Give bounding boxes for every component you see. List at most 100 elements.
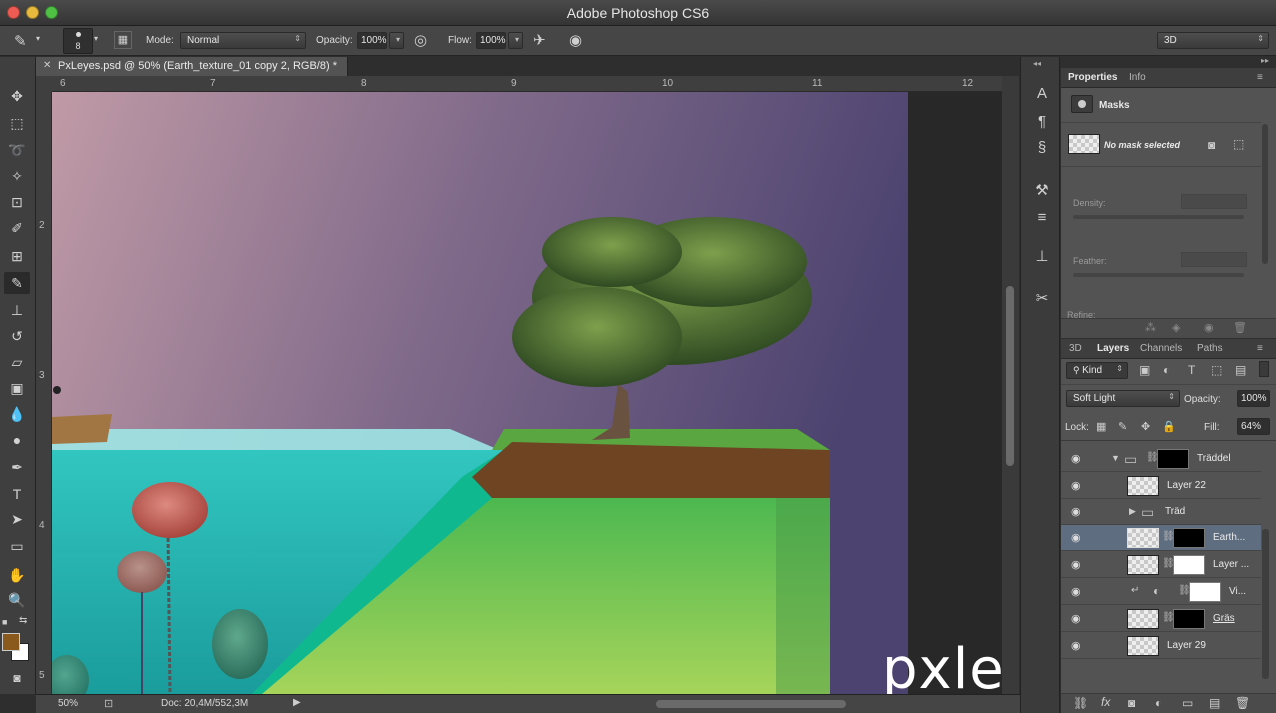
filter-kind-select[interactable]: ⚲ Kind ⇕ [1066, 362, 1128, 379]
eraser-tool-icon[interactable]: ▱ [4, 351, 30, 373]
brush-picker-chevron-icon[interactable]: ▾ [94, 34, 98, 43]
paragraph-panel-icon[interactable]: ¶ [1031, 113, 1053, 130]
filter-shape-icon[interactable]: ⬚ [1211, 363, 1222, 377]
visibility-eye-icon[interactable]: ◉ [1071, 558, 1081, 571]
add-mask-icon[interactable]: ◙ [1128, 696, 1135, 710]
layers-scrollbar[interactable] [1262, 529, 1269, 679]
pressure-size-icon[interactable]: ◉ [569, 31, 582, 49]
brush-size-picker[interactable]: 8 [63, 28, 93, 54]
character-panel-icon[interactable]: A [1031, 85, 1053, 102]
dodge-tool-icon[interactable]: ● [4, 429, 30, 451]
delete-mask-icon[interactable]: 🗑 [1233, 321, 1247, 334]
visibility-eye-icon[interactable]: ◉ [1071, 531, 1081, 544]
lasso-tool-icon[interactable]: ➰ [4, 139, 30, 161]
blend-mode-select[interactable]: Soft Light ⇕ [1066, 390, 1180, 407]
visibility-eye-icon[interactable]: ◉ [1071, 452, 1081, 465]
adjust-tools-icon[interactable]: ✂ [1031, 289, 1053, 307]
delete-layer-icon[interactable]: 🗑 [1235, 696, 1250, 710]
healing-brush-tool-icon[interactable]: ⊞ [4, 245, 30, 267]
workspace-select[interactable]: 3D ⇕ [1157, 32, 1269, 49]
close-document-icon[interactable]: ✕ [43, 60, 51, 71]
history-brush-tool-icon[interactable]: ↺ [4, 325, 30, 347]
visibility-eye-icon[interactable]: ◉ [1071, 505, 1081, 518]
tab-channels[interactable]: Channels [1140, 343, 1182, 354]
quick-selection-tool-icon[interactable]: ✧ [4, 165, 30, 187]
rectangle-tool-icon[interactable]: ▭ [4, 535, 30, 557]
layer-row[interactable]: ◉ ▼ ▭ ⛓ Träddel [1061, 446, 1261, 472]
hand-tool-icon[interactable]: ✋ [4, 564, 30, 586]
opacity-dropdown-button[interactable]: ▾ [389, 32, 404, 49]
quick-mask-icon[interactable]: ◙ [4, 667, 30, 689]
crop-tool-icon[interactable]: ⊡ [4, 191, 30, 213]
layer-row[interactable]: ◉ ⛓ Earth... [1061, 525, 1261, 551]
flow-input[interactable]: 100% [476, 32, 506, 49]
eyedropper-tool-icon[interactable]: ✐ [4, 217, 30, 239]
tab-properties[interactable]: Properties [1068, 72, 1117, 83]
status-menu-arrow-icon[interactable]: ▶ [293, 697, 301, 708]
apply-mask-icon[interactable]: ◈ [1172, 321, 1180, 334]
clone-source-icon[interactable]: ⊥ [1031, 247, 1053, 265]
brush-tool-preset-icon[interactable]: ✎ [14, 32, 27, 50]
visibility-icon[interactable]: ◉ [1204, 321, 1214, 334]
opacity-input[interactable]: 100% [357, 32, 387, 49]
panel-menu-icon[interactable]: ≡ [1257, 343, 1263, 354]
horizontal-scroll-thumb[interactable] [656, 700, 846, 708]
fill-input[interactable]: 64% [1237, 418, 1270, 435]
properties-scrollbar[interactable] [1262, 124, 1268, 264]
add-vector-mask-icon[interactable]: ⬚ [1233, 137, 1244, 151]
brush-tool-icon[interactable]: ✎ [4, 272, 30, 294]
gradient-tool-icon[interactable]: ▣ [4, 377, 30, 399]
path-selection-tool-icon[interactable]: ➤ [4, 508, 30, 530]
layer-row[interactable]: ◉ ⛓ Layer ... [1061, 552, 1261, 578]
layer-opacity-input[interactable]: 100% [1237, 390, 1270, 407]
type-tool-icon[interactable]: T [4, 483, 30, 505]
flow-dropdown-button[interactable]: ▾ [508, 32, 523, 49]
visibility-eye-icon[interactable]: ◉ [1071, 612, 1081, 625]
preset-chevron-down-icon[interactable]: ▾ [36, 34, 40, 43]
visibility-eye-icon[interactable]: ◉ [1071, 585, 1081, 598]
vertical-scrollbar[interactable] [1002, 76, 1019, 694]
brush-presets-icon[interactable]: ≡ [1031, 209, 1053, 226]
chevron-right-icon[interactable]: ▶ [1129, 506, 1136, 517]
brush-panel-toggle-icon[interactable]: ▦ [114, 31, 132, 49]
document-tab[interactable]: ✕ PxLeyes.psd @ 50% (Earth_texture_01 co… [36, 57, 348, 76]
default-colors-icon[interactable]: ■ [2, 617, 7, 627]
share-icon[interactable]: ⊡ [104, 697, 113, 710]
tab-info[interactable]: Info [1129, 72, 1146, 83]
blur-tool-icon[interactable]: 💧 [4, 403, 30, 425]
lock-image-icon[interactable]: ✎ [1118, 420, 1127, 433]
pen-tool-icon[interactable]: ✒ [4, 456, 30, 478]
foreground-color-swatch[interactable] [2, 633, 20, 651]
tab-layers[interactable]: Layers [1097, 343, 1129, 354]
layer-row[interactable]: ◉ Layer 29 [1061, 633, 1261, 659]
visibility-eye-icon[interactable]: ◉ [1071, 639, 1081, 652]
layer-row[interactable]: ◉ ▶ ▭ Träd [1061, 499, 1261, 525]
filter-type-icon[interactable]: T [1188, 363, 1195, 377]
glyphs-panel-icon[interactable]: § [1031, 139, 1053, 156]
layer-row[interactable]: ◉ ⛓ Gräs [1061, 606, 1261, 632]
fx-icon[interactable]: fx [1101, 695, 1110, 709]
swap-colors-icon[interactable]: ⇆ [19, 615, 27, 626]
add-pixel-mask-icon[interactable]: ◙ [1208, 138, 1215, 152]
airbrush-icon[interactable]: ✈ [533, 31, 546, 49]
lock-position-icon[interactable]: ✥ [1141, 420, 1150, 433]
tab-paths[interactable]: Paths [1197, 343, 1223, 354]
filter-pixel-icon[interactable]: ▣ [1139, 363, 1150, 377]
move-tool-icon[interactable]: ✥ [4, 85, 30, 107]
marquee-tool-icon[interactable]: ⬚ [4, 112, 30, 134]
expand-panels-icon[interactable]: ▸▸ [1261, 56, 1269, 65]
tab-3d[interactable]: 3D [1069, 343, 1082, 354]
layer-row[interactable]: ◉ Layer 22 [1061, 473, 1261, 499]
filter-adjustment-icon[interactable]: ◐ [1163, 363, 1170, 377]
mode-select[interactable]: Normal ⇕ [180, 32, 306, 49]
new-group-icon[interactable]: ▭ [1182, 696, 1193, 710]
filter-smart-object-icon[interactable]: ▤ [1235, 363, 1246, 377]
layer-row[interactable]: ◉ ↵ ◐ ⛓ Vi... [1061, 579, 1261, 605]
lock-transparent-icon[interactable]: ▦ [1096, 420, 1106, 433]
filter-toggle[interactable] [1259, 361, 1269, 377]
collapse-dock-icon[interactable]: ◂◂ [1033, 59, 1041, 68]
canvas-viewport[interactable]: pxleyes.com [52, 92, 1002, 694]
visibility-eye-icon[interactable]: ◉ [1071, 479, 1081, 492]
new-adjustment-icon[interactable]: ◐ [1155, 696, 1162, 710]
zoom-tool-icon[interactable]: 🔍 [4, 589, 30, 611]
